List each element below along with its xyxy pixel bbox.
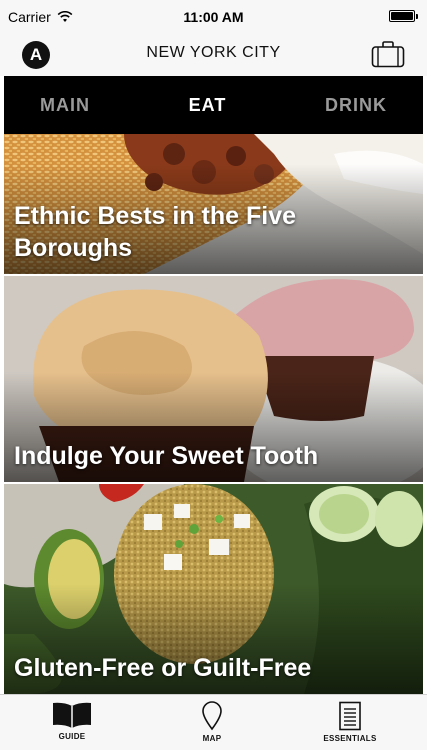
feed-card-sweet-tooth[interactable]: Indulge Your Sweet Tooth	[4, 276, 423, 482]
category-tabs: MAIN EAT DRINK	[4, 76, 423, 134]
nav-map[interactable]: MAP	[162, 701, 262, 743]
suitcase-icon[interactable]	[371, 40, 405, 68]
tab-drink[interactable]: DRINK	[325, 95, 387, 116]
app-header: A NEW YORK CITY	[0, 34, 427, 76]
status-bar: Carrier 11:00 AM	[0, 0, 427, 34]
battery-fill	[391, 12, 413, 20]
card-title: Indulge Your Sweet Tooth	[14, 442, 319, 470]
tab-eat[interactable]: EAT	[189, 95, 227, 116]
nav-essentials-label: ESSENTIALS	[323, 734, 377, 743]
nav-guide-label: GUIDE	[58, 732, 86, 741]
document-icon	[339, 701, 361, 731]
status-time: 11:00 AM	[183, 9, 244, 25]
nav-guide[interactable]: GUIDE	[22, 701, 122, 741]
feed-card-gluten-free[interactable]: Gluten-Free or Guilt-Free	[4, 484, 423, 694]
bottom-nav: GUIDE MAP ESSENTIALS	[0, 694, 427, 750]
nav-essentials[interactable]: ESSENTIALS	[300, 701, 400, 743]
card-title: Ethnic Bests in the Five Boroughs	[14, 202, 297, 262]
tab-main[interactable]: MAIN	[40, 95, 90, 116]
book-icon	[53, 702, 91, 728]
nav-map-label: MAP	[202, 734, 222, 743]
feed-card-ethnic-bests[interactable]: Ethnic Bests in the Five Boroughs	[4, 134, 423, 274]
battery-icon	[389, 10, 418, 22]
page-title: NEW YORK CITY	[146, 44, 281, 61]
card-title: Gluten-Free or Guilt-Free	[14, 654, 312, 682]
map-pin-icon	[202, 701, 222, 731]
